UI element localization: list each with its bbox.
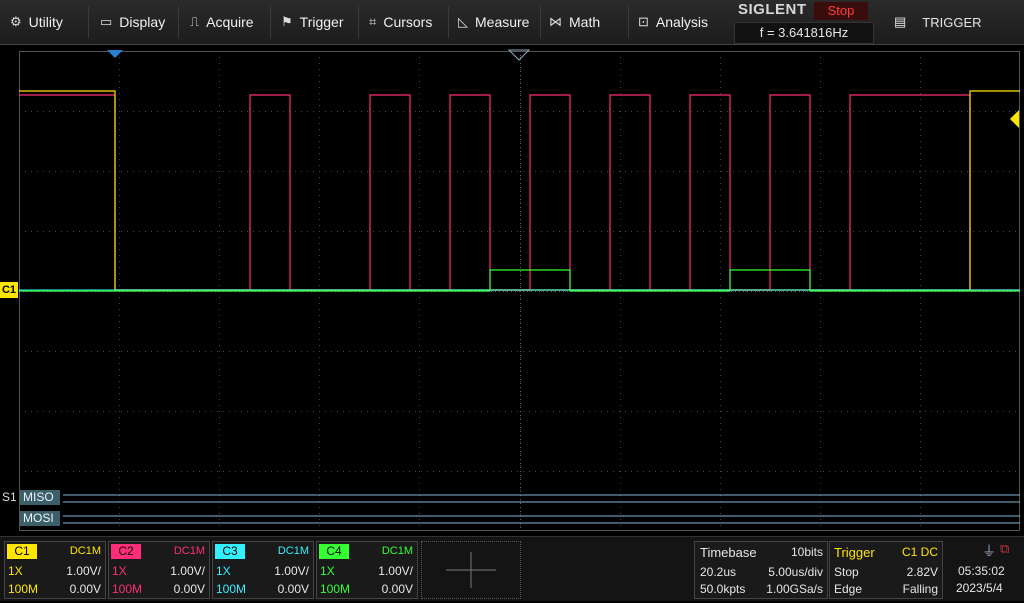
menu-cursors[interactable]: ⌗ Cursors — [369, 0, 432, 44]
menu-divider — [358, 6, 359, 38]
menu-icon: ▤ — [894, 14, 907, 29]
channel-2-bandwidth: 100M — [112, 582, 143, 596]
channel-4-probe: 1X — [320, 564, 335, 578]
channel-1-tag: C1 — [7, 544, 37, 559]
siglent-logo: SIGLENT — [738, 1, 807, 18]
marker-overlay — [107, 49, 1019, 128]
channel-2-coupling: DC1M — [173, 545, 205, 557]
menu-display[interactable]: ▭ Display — [100, 0, 165, 44]
channel-1-box[interactable]: C1 DC1M 1X 1.00V/ 100M 0.00V — [4, 541, 106, 599]
frequency-counter: f = 3.641816Hz — [734, 22, 874, 44]
trigger-box[interactable]: Trigger C1 DC Stop 2.82V Edge Falling — [829, 541, 943, 599]
clock-date: 2023/5/4 — [956, 581, 1003, 595]
clock-panel: ⏚ ⧉ 05:35:02 2023/5/4 — [944, 541, 1022, 597]
menu-math[interactable]: ⋈ Math — [549, 0, 600, 44]
trigger-level-marker[interactable] — [1010, 110, 1019, 128]
timebase-scale: 5.00us/div — [768, 565, 823, 579]
network-icon: ⧉ — [1000, 541, 1010, 556]
trigger-title: Trigger — [834, 545, 875, 560]
channel-3-box[interactable]: C3 DC1M 1X 1.00V/ 100M 0.00V — [212, 541, 314, 599]
menu-math-label: Math — [569, 14, 601, 30]
channel-3-probe: 1X — [216, 564, 231, 578]
menu-divider — [88, 6, 89, 38]
menu-divider — [178, 6, 179, 38]
menu-measure-label: Measure — [475, 14, 530, 30]
clock-time: 05:35:02 — [958, 564, 1005, 578]
sample-rate: 1.00GSa/s — [766, 582, 823, 596]
cursors-icon: ⌗ — [369, 14, 377, 29]
run-status-badge[interactable]: Stop — [814, 2, 868, 20]
channel-3-offset: 0.00V — [277, 582, 309, 596]
trigger-position-marker[interactable] — [107, 50, 123, 58]
menu-bar: ⚙ Utility ▭ Display ⎍ Acquire ⚑ Trigger … — [0, 0, 1024, 45]
menu-trigger[interactable]: ⚑ Trigger — [281, 0, 343, 44]
channel-4-scale: 1.00V/ — [378, 564, 413, 578]
status-panel: SIGLENT Stop f = 3.641816Hz — [734, 0, 874, 44]
math-icon: ⋈ — [549, 14, 562, 29]
menu-analysis[interactable]: ⊡ Analysis — [638, 0, 708, 44]
usb-icon: ⏚ — [982, 543, 996, 559]
trigger-type: Edge — [834, 582, 863, 596]
channel-2-scale: 1.00V/ — [170, 564, 205, 578]
trigger-menu-button[interactable]: ▤ TRIGGER — [880, 0, 1024, 44]
menu-trigger-label: Trigger — [299, 14, 344, 30]
timebase-box[interactable]: Timebase 10bits 20.2us 5.00us/div 50.0kp… — [694, 541, 828, 599]
channel-4-box[interactable]: C4 DC1M 1X 1.00V/ 100M 0.00V — [316, 541, 418, 599]
memory-depth: 50.0kpts — [700, 582, 746, 596]
channel-4-coupling: DC1M — [381, 545, 413, 557]
trigger-source: C1 DC — [901, 545, 938, 559]
channel-1-offset: 0.00V — [69, 582, 101, 596]
menu-utility-label: Utility — [28, 14, 63, 30]
menu-cursors-label: Cursors — [383, 14, 433, 30]
center-time-marker — [507, 49, 531, 61]
channel-4-bandwidth: 100M — [320, 582, 351, 596]
menu-acquire[interactable]: ⎍ Acquire — [190, 0, 254, 44]
channel-2-box[interactable]: C2 DC1M 1X 1.00V/ 100M 0.00V — [108, 541, 210, 599]
menu-divider — [270, 6, 271, 38]
analysis-icon: ⊡ — [638, 14, 649, 29]
channel-3-tag: C3 — [215, 544, 245, 559]
timebase-title: Timebase — [700, 545, 757, 560]
menu-display-label: Display — [119, 14, 166, 30]
display-icon: ▭ — [100, 14, 113, 29]
channel-1-offset-marker[interactable]: C1 — [0, 282, 18, 298]
adc-bits: 10bits — [790, 545, 823, 559]
channel-3-coupling: DC1M — [277, 545, 309, 557]
menu-acquire-label: Acquire — [206, 14, 254, 30]
trigger-level: 2.82V — [906, 565, 938, 579]
channel-1-scale: 1.00V/ — [66, 564, 101, 578]
channel-3-bandwidth: 100M — [216, 582, 247, 596]
menu-analysis-label: Analysis — [655, 14, 709, 30]
channel-3-scale: 1.00V/ — [274, 564, 309, 578]
channel-1-coupling: DC1M — [69, 545, 101, 557]
add-channel-slot[interactable] — [421, 541, 521, 599]
gear-icon: ⚙ — [10, 14, 22, 29]
trigger-slope: Falling — [902, 582, 938, 596]
channel-2-probe: 1X — [112, 564, 127, 578]
channel-1-probe: 1X — [8, 564, 23, 578]
trigger-menu-label: TRIGGER — [922, 14, 982, 30]
menu-utility[interactable]: ⚙ Utility — [10, 0, 63, 44]
bus-mosi-label: MOSI — [20, 511, 60, 526]
channel-1-bandwidth: 100M — [8, 582, 39, 596]
acquire-icon: ⎍ — [190, 14, 200, 29]
channel-2-tag: C2 — [111, 544, 141, 559]
serial-decode-label: S1 — [2, 490, 17, 504]
menu-divider — [448, 6, 449, 38]
menu-divider — [540, 6, 541, 38]
trigger-mode: Stop — [834, 565, 859, 579]
measure-icon: ◺ — [458, 14, 468, 29]
channel-2-offset: 0.00V — [173, 582, 205, 596]
trigger-flag-icon: ⚑ — [281, 14, 293, 29]
info-bar: C1 DC1M 1X 1.00V/ 100M 0.00V C2 DC1M 1X … — [0, 536, 1024, 601]
channel-4-tag: C4 — [319, 544, 349, 559]
menu-divider — [628, 6, 629, 38]
timebase-delay: 20.2us — [700, 565, 737, 579]
crosshair-icon — [446, 552, 496, 588]
channel-4-offset: 0.00V — [381, 582, 413, 596]
menu-measure[interactable]: ◺ Measure — [458, 0, 529, 44]
bus-miso-label: MISO — [20, 490, 60, 505]
